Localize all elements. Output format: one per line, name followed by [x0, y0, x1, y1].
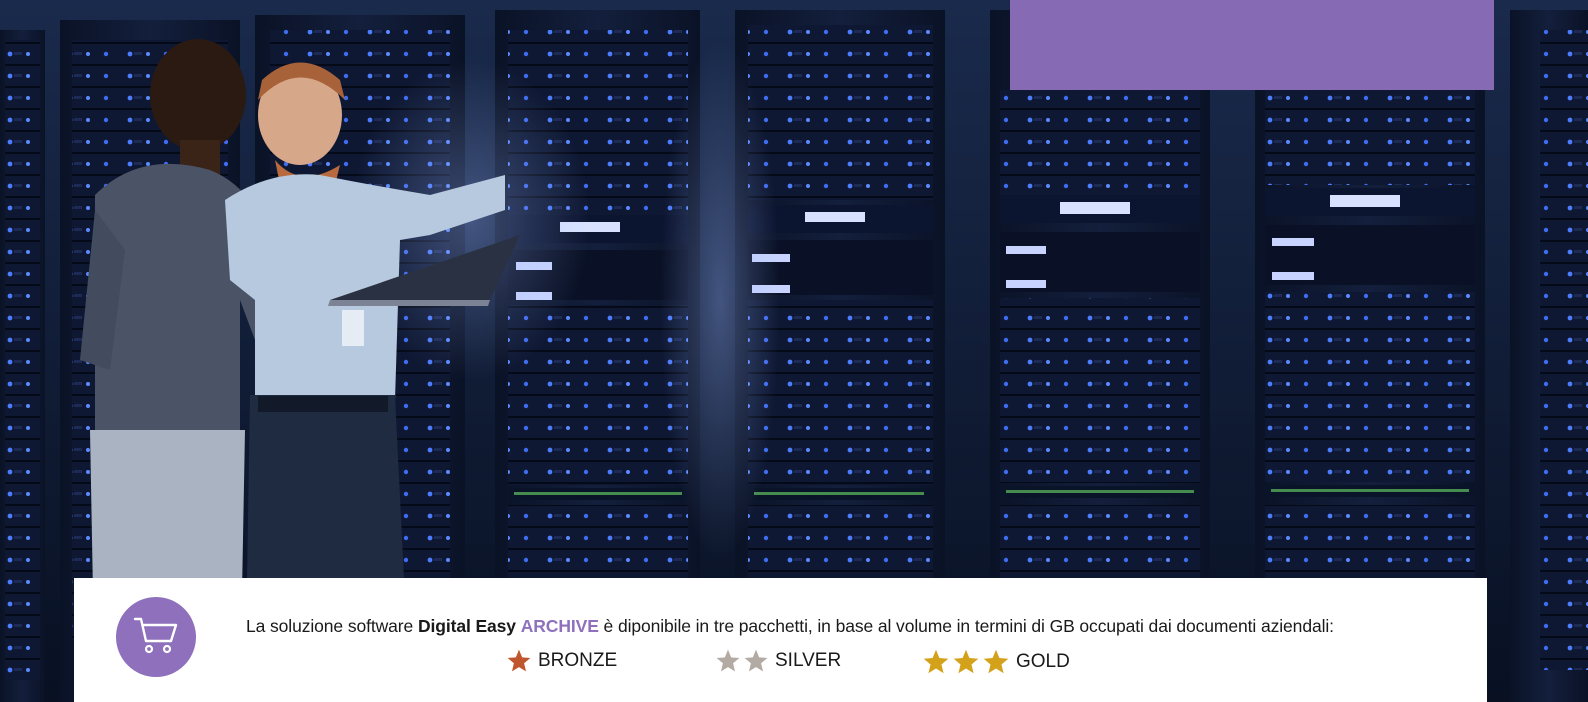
package-silver: SILVER	[715, 648, 841, 674]
star-icon	[953, 649, 979, 674]
package-gold: GOLD	[922, 648, 1070, 676]
star-icon	[744, 649, 768, 672]
packages-description: La soluzione software Digital Easy ARCHI…	[246, 616, 1334, 637]
star-icon	[923, 649, 949, 674]
description-suffix: è diponibile in tre pacchetti, in base a…	[598, 616, 1334, 636]
package-label-gold: GOLD	[1016, 651, 1070, 672]
cart-badge	[116, 597, 196, 677]
star-icon	[716, 649, 740, 672]
description-prefix: La soluzione software	[246, 616, 418, 636]
silver-stars	[715, 648, 769, 674]
star-icon	[507, 649, 531, 672]
package-bronze: BRONZE	[506, 648, 617, 674]
package-label-silver: SILVER	[775, 650, 842, 671]
brand-accent: ARCHIVE	[520, 616, 599, 636]
bronze-stars	[506, 648, 532, 674]
gold-stars	[922, 648, 1010, 676]
brand-name: Digital Easy	[417, 616, 516, 636]
purple-header-block	[1010, 0, 1494, 90]
star-icon	[983, 649, 1009, 674]
page: La soluzione software Digital Easy ARCHI…	[0, 0, 1588, 702]
package-label-bronze: BRONZE	[538, 650, 618, 671]
shopping-cart-icon	[132, 613, 180, 662]
info-panel: La soluzione software Digital Easy ARCHI…	[74, 578, 1487, 702]
